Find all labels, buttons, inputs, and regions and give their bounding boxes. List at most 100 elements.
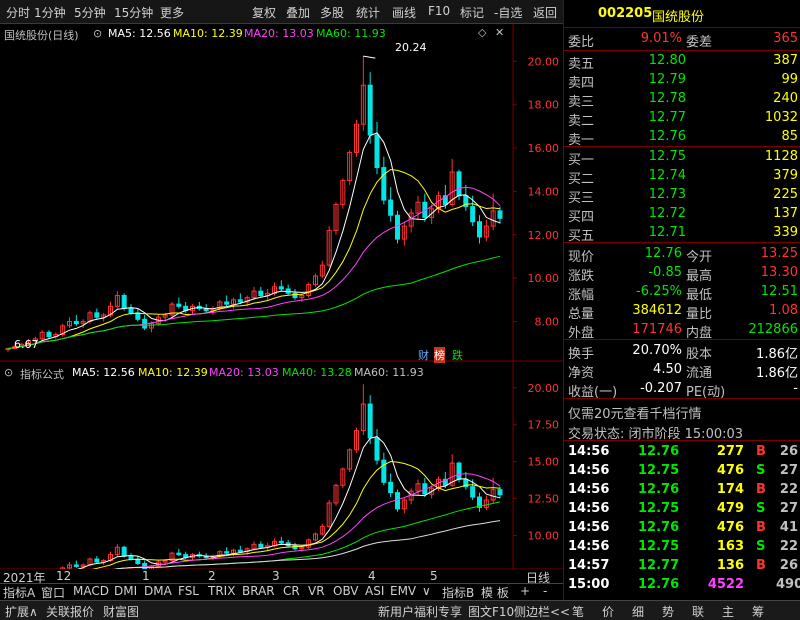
tab-template[interactable]: 模 板 xyxy=(481,584,509,601)
tab-fsl[interactable]: FSL xyxy=(178,584,199,598)
bid-row[interactable]: 买三 12.73 225 xyxy=(564,185,800,206)
stat-value: 12.76 xyxy=(644,246,682,261)
toolbar-draw-line[interactable]: 画线 xyxy=(392,4,416,21)
toolbar-watchlist[interactable]: -自选 xyxy=(494,4,522,21)
fall-badge-icon[interactable]: 跌 xyxy=(452,347,463,363)
y-tick-label: 20.00 xyxy=(528,382,560,395)
tab-trend[interactable]: 势 xyxy=(662,603,674,620)
fundamental-value: - xyxy=(793,381,798,396)
ask-row[interactable]: 卖二 12.77 1032 xyxy=(564,108,800,129)
tick-row[interactable]: 14:56 12.76 476 B 41 xyxy=(564,518,800,538)
tab-vr[interactable]: VR xyxy=(308,584,325,598)
tab-macd[interactable]: MACD xyxy=(73,584,109,598)
f10-button[interactable]: 图文F10 xyxy=(468,603,514,620)
toolbar-restore-rights[interactable]: 复权 xyxy=(252,4,276,21)
bid-row[interactable]: 买二 12.74 379 xyxy=(564,166,800,187)
order-volume: 85 xyxy=(781,129,798,144)
top-toolbar: 分时 1分钟 5分钟 15分钟 更多 复权 叠加 多股 统计 画线 F10 标记… xyxy=(0,0,563,24)
tab-indicator-b[interactable]: 指标B xyxy=(442,584,474,601)
bid-row[interactable]: 买四 12.72 137 xyxy=(564,204,800,225)
toolbar-f10[interactable]: F10 xyxy=(428,4,450,18)
premium-promo-link[interactable]: 仅需20元查看千档行情 xyxy=(564,401,800,422)
main-chart-settings-icon[interactable]: ◇ xyxy=(478,26,486,39)
toolbar-mark[interactable]: 标记 xyxy=(460,4,484,21)
tab-chips[interactable]: 筹 xyxy=(752,603,764,620)
tick-row[interactable]: 14:57 12.77 136 B 26 xyxy=(564,556,800,576)
tab-more-chevron-icon[interactable]: ∨ xyxy=(422,584,431,598)
tab-obv[interactable]: OBV xyxy=(333,584,359,598)
tick-row[interactable]: 14:56 12.76 174 B 22 xyxy=(564,480,800,500)
tick-volume: 277 xyxy=(716,444,744,459)
wealth-chart-button[interactable]: 财富图 xyxy=(103,603,139,620)
tab-dmi[interactable]: DMI xyxy=(114,584,137,598)
toolbar-back[interactable]: 返回 xyxy=(533,4,557,21)
bid-row[interactable]: 买一 12.75 1128 xyxy=(564,147,800,168)
candle-body xyxy=(292,292,298,299)
month-label: 12 xyxy=(56,569,72,583)
tab-window[interactable]: 窗口 xyxy=(41,584,65,601)
toolbar-overlay[interactable]: 叠加 xyxy=(286,4,310,21)
main-chart-collapse-icon[interactable]: ⊙ xyxy=(93,27,102,40)
main-chart-close-icon[interactable]: ✕ xyxy=(495,26,504,39)
new-user-promo-link[interactable]: 新用户福利专享 xyxy=(378,603,462,620)
finance-badge-icon[interactable]: 财 xyxy=(418,347,429,363)
ranking-badge-icon[interactable]: 榜 xyxy=(434,347,445,363)
tab-asi[interactable]: ASI xyxy=(365,584,384,598)
candle-body xyxy=(73,320,79,325)
ask-row[interactable]: 卖五 12.80 387 xyxy=(564,51,800,72)
kline-chart-area[interactable]: 20.00 18.00 16.00 14.00 12.00 10.00 8.00 20.00 1… xyxy=(0,24,563,569)
tick-row[interactable]: 14:56 12.76 277 B 26 xyxy=(564,442,800,462)
y-tick-label: 15.00 xyxy=(528,456,560,469)
sub-chart-collapse-icon[interactable]: ⊙ xyxy=(4,366,13,379)
ask-row[interactable]: 卖四 12.79 99 xyxy=(564,70,800,91)
tab-cr[interactable]: CR xyxy=(283,584,300,598)
tick-row[interactable]: 14:56 12.75 479 S 27 xyxy=(564,499,800,519)
candle-body xyxy=(456,171,462,197)
tick-row[interactable]: 14:56 12.75 476 S 27 xyxy=(564,461,800,481)
tick-side: B xyxy=(756,558,766,573)
tab-detail[interactable]: 细 xyxy=(632,603,644,620)
bid-row[interactable]: 买五 12.71 339 xyxy=(564,223,800,244)
quote-panel: 002205 国统股份 委比 9.01% 委差 365 卖五 12.80 387 卖四… xyxy=(563,0,800,600)
sidebar-toggle-button[interactable]: 侧边栏<< xyxy=(514,603,570,620)
high-marker-line xyxy=(363,55,376,59)
candle-body xyxy=(73,564,79,567)
zoom-in-button[interactable]: + xyxy=(520,584,530,598)
toolbar-1min[interactable]: 1分钟 xyxy=(34,4,66,21)
tab-dma[interactable]: DMA xyxy=(144,584,172,598)
toolbar-5min[interactable]: 5分钟 xyxy=(74,4,106,21)
tab-trix[interactable]: TRIX xyxy=(208,584,235,598)
tab-linked[interactable]: 联 xyxy=(692,603,704,620)
tick-time: 14:56 xyxy=(568,482,610,497)
main-low-label: 6.67 xyxy=(14,338,39,351)
toolbar-15min[interactable]: 15分钟 xyxy=(114,4,153,21)
candle-body xyxy=(388,481,394,494)
tab-brar[interactable]: BRAR xyxy=(242,584,275,598)
candle-body xyxy=(237,299,243,303)
candle-body xyxy=(128,307,134,314)
related-quote-button[interactable]: 关联报价 xyxy=(46,603,94,620)
tab-price[interactable]: 价 xyxy=(602,603,614,620)
candle-body xyxy=(395,492,400,510)
tab-indicator-a[interactable]: 指标A xyxy=(3,584,35,601)
toolbar-intraday[interactable]: 分时 xyxy=(6,4,30,21)
toolbar-more[interactable]: 更多 xyxy=(160,4,184,21)
tick-side: B xyxy=(756,482,766,497)
tab-main[interactable]: 主 xyxy=(722,603,734,620)
expand-button[interactable]: 扩展∧ xyxy=(5,603,38,620)
tick-row[interactable]: 14:56 12.75 163 S 22 xyxy=(564,537,800,557)
ask-row[interactable]: 卖一 12.76 85 xyxy=(564,127,800,148)
sub-ma10-line xyxy=(91,460,501,569)
toolbar-multi-stock[interactable]: 多股 xyxy=(320,4,344,21)
ask-row[interactable]: 卖三 12.78 240 xyxy=(564,89,800,110)
zoom-out-button[interactable]: - xyxy=(543,584,547,598)
tick-time: 14:56 xyxy=(568,463,610,478)
toolbar-statistics[interactable]: 统计 xyxy=(356,4,380,21)
kline-chart-svg[interactable]: 20.00 18.00 16.00 14.00 12.00 10.00 8.00 20.00 1… xyxy=(0,24,563,569)
tab-tick[interactable]: 笔 xyxy=(572,603,584,620)
tick-row[interactable]: 15:00 12.76 4522 490 xyxy=(564,575,800,595)
stat-value: -6.25% xyxy=(636,284,682,299)
y-tick-label: 12.50 xyxy=(528,493,560,506)
tab-emv[interactable]: EMV xyxy=(390,584,416,598)
tick-volume: 479 xyxy=(716,501,744,516)
